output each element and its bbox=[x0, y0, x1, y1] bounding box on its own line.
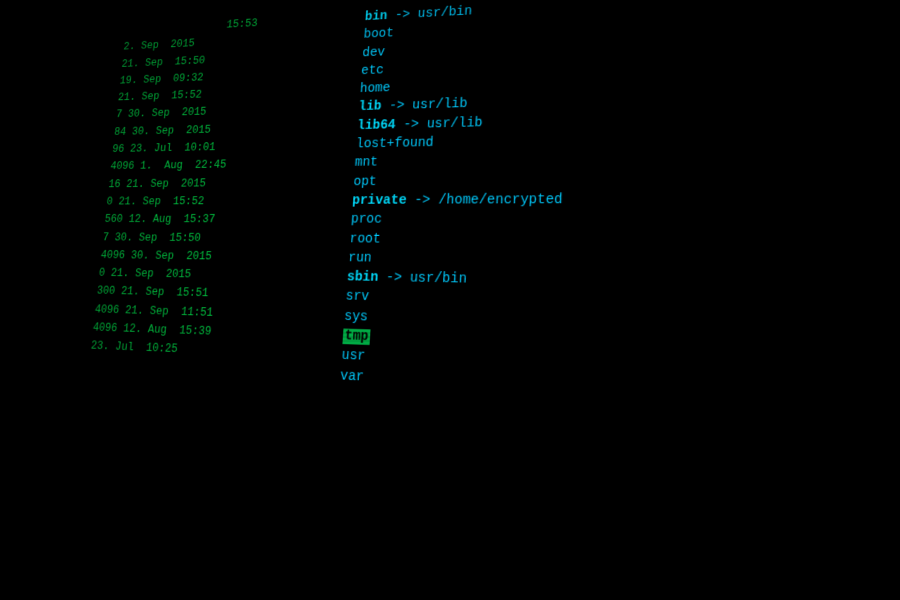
dir-name: run bbox=[348, 251, 372, 267]
dir-name: proc bbox=[350, 212, 382, 227]
dir-name: private bbox=[352, 193, 407, 208]
right-col: home bbox=[359, 79, 391, 98]
dir-name: sys bbox=[344, 309, 369, 325]
dir-name: var bbox=[340, 368, 365, 385]
right-col: srv bbox=[345, 287, 370, 307]
right-col: dev bbox=[362, 43, 386, 62]
right-col: lib64 -> usr/lib bbox=[357, 114, 483, 136]
arrow: -> usr/bin bbox=[394, 4, 472, 23]
left-col: 560 12. Aug 15:37 bbox=[104, 211, 352, 228]
right-col: tmp bbox=[342, 327, 371, 348]
dir-name: lost+found bbox=[356, 136, 434, 152]
right-col: sys bbox=[344, 307, 369, 327]
dir-name: srv bbox=[345, 289, 369, 305]
right-col: var bbox=[340, 366, 365, 387]
terminal-screen: 15:53 bin -> usr/bin 2. Sep 2015 boot 21… bbox=[0, 0, 900, 600]
right-col: opt bbox=[353, 173, 377, 192]
right-col: run bbox=[348, 249, 373, 269]
lines-wrapper: 15:53 bin -> usr/bin 2. Sep 2015 boot 21… bbox=[71, 0, 900, 430]
dir-name-highlighted: tmp bbox=[342, 329, 370, 346]
dir-name: mnt bbox=[354, 156, 378, 171]
dir-name: sbin bbox=[346, 270, 378, 286]
right-col: sbin -> usr/bin bbox=[346, 268, 467, 290]
arrow: -> usr/lib bbox=[403, 116, 483, 133]
left-col: 4096 1. Aug 22:45 bbox=[110, 155, 356, 175]
dir-name: etc bbox=[361, 63, 385, 78]
dir-name: lib bbox=[358, 100, 382, 115]
arrow: -> /home/encrypted bbox=[414, 192, 563, 208]
dir-name: usr bbox=[341, 348, 366, 365]
right-col: boot bbox=[363, 25, 394, 44]
arrow: -> usr/bin bbox=[386, 271, 468, 288]
arrow: -> usr/lib bbox=[389, 97, 468, 114]
right-col: proc bbox=[350, 211, 382, 230]
terminal-content: 15:53 bin -> usr/bin 2. Sep 2015 boot 21… bbox=[52, 0, 900, 600]
right-col: private -> /home/encrypted bbox=[352, 190, 563, 210]
dir-name: boot bbox=[363, 27, 394, 43]
right-col: root bbox=[349, 230, 381, 249]
left-col: 7 30. Sep 15:50 bbox=[102, 229, 350, 247]
right-col: mnt bbox=[354, 154, 378, 173]
dir-name: root bbox=[349, 231, 381, 246]
left-col: 0 21. Sep 15:52 bbox=[106, 193, 353, 210]
dir-name: dev bbox=[362, 45, 386, 60]
left-col: 16 21. Sep 2015 bbox=[108, 174, 354, 192]
right-col: usr bbox=[341, 346, 366, 367]
dir-name: home bbox=[359, 81, 390, 96]
right-col: etc bbox=[360, 61, 384, 80]
dir-name: bin bbox=[364, 9, 387, 24]
dir-name: lib64 bbox=[357, 118, 396, 134]
dir-name: opt bbox=[353, 174, 377, 189]
right-col: lost+found bbox=[355, 134, 434, 154]
